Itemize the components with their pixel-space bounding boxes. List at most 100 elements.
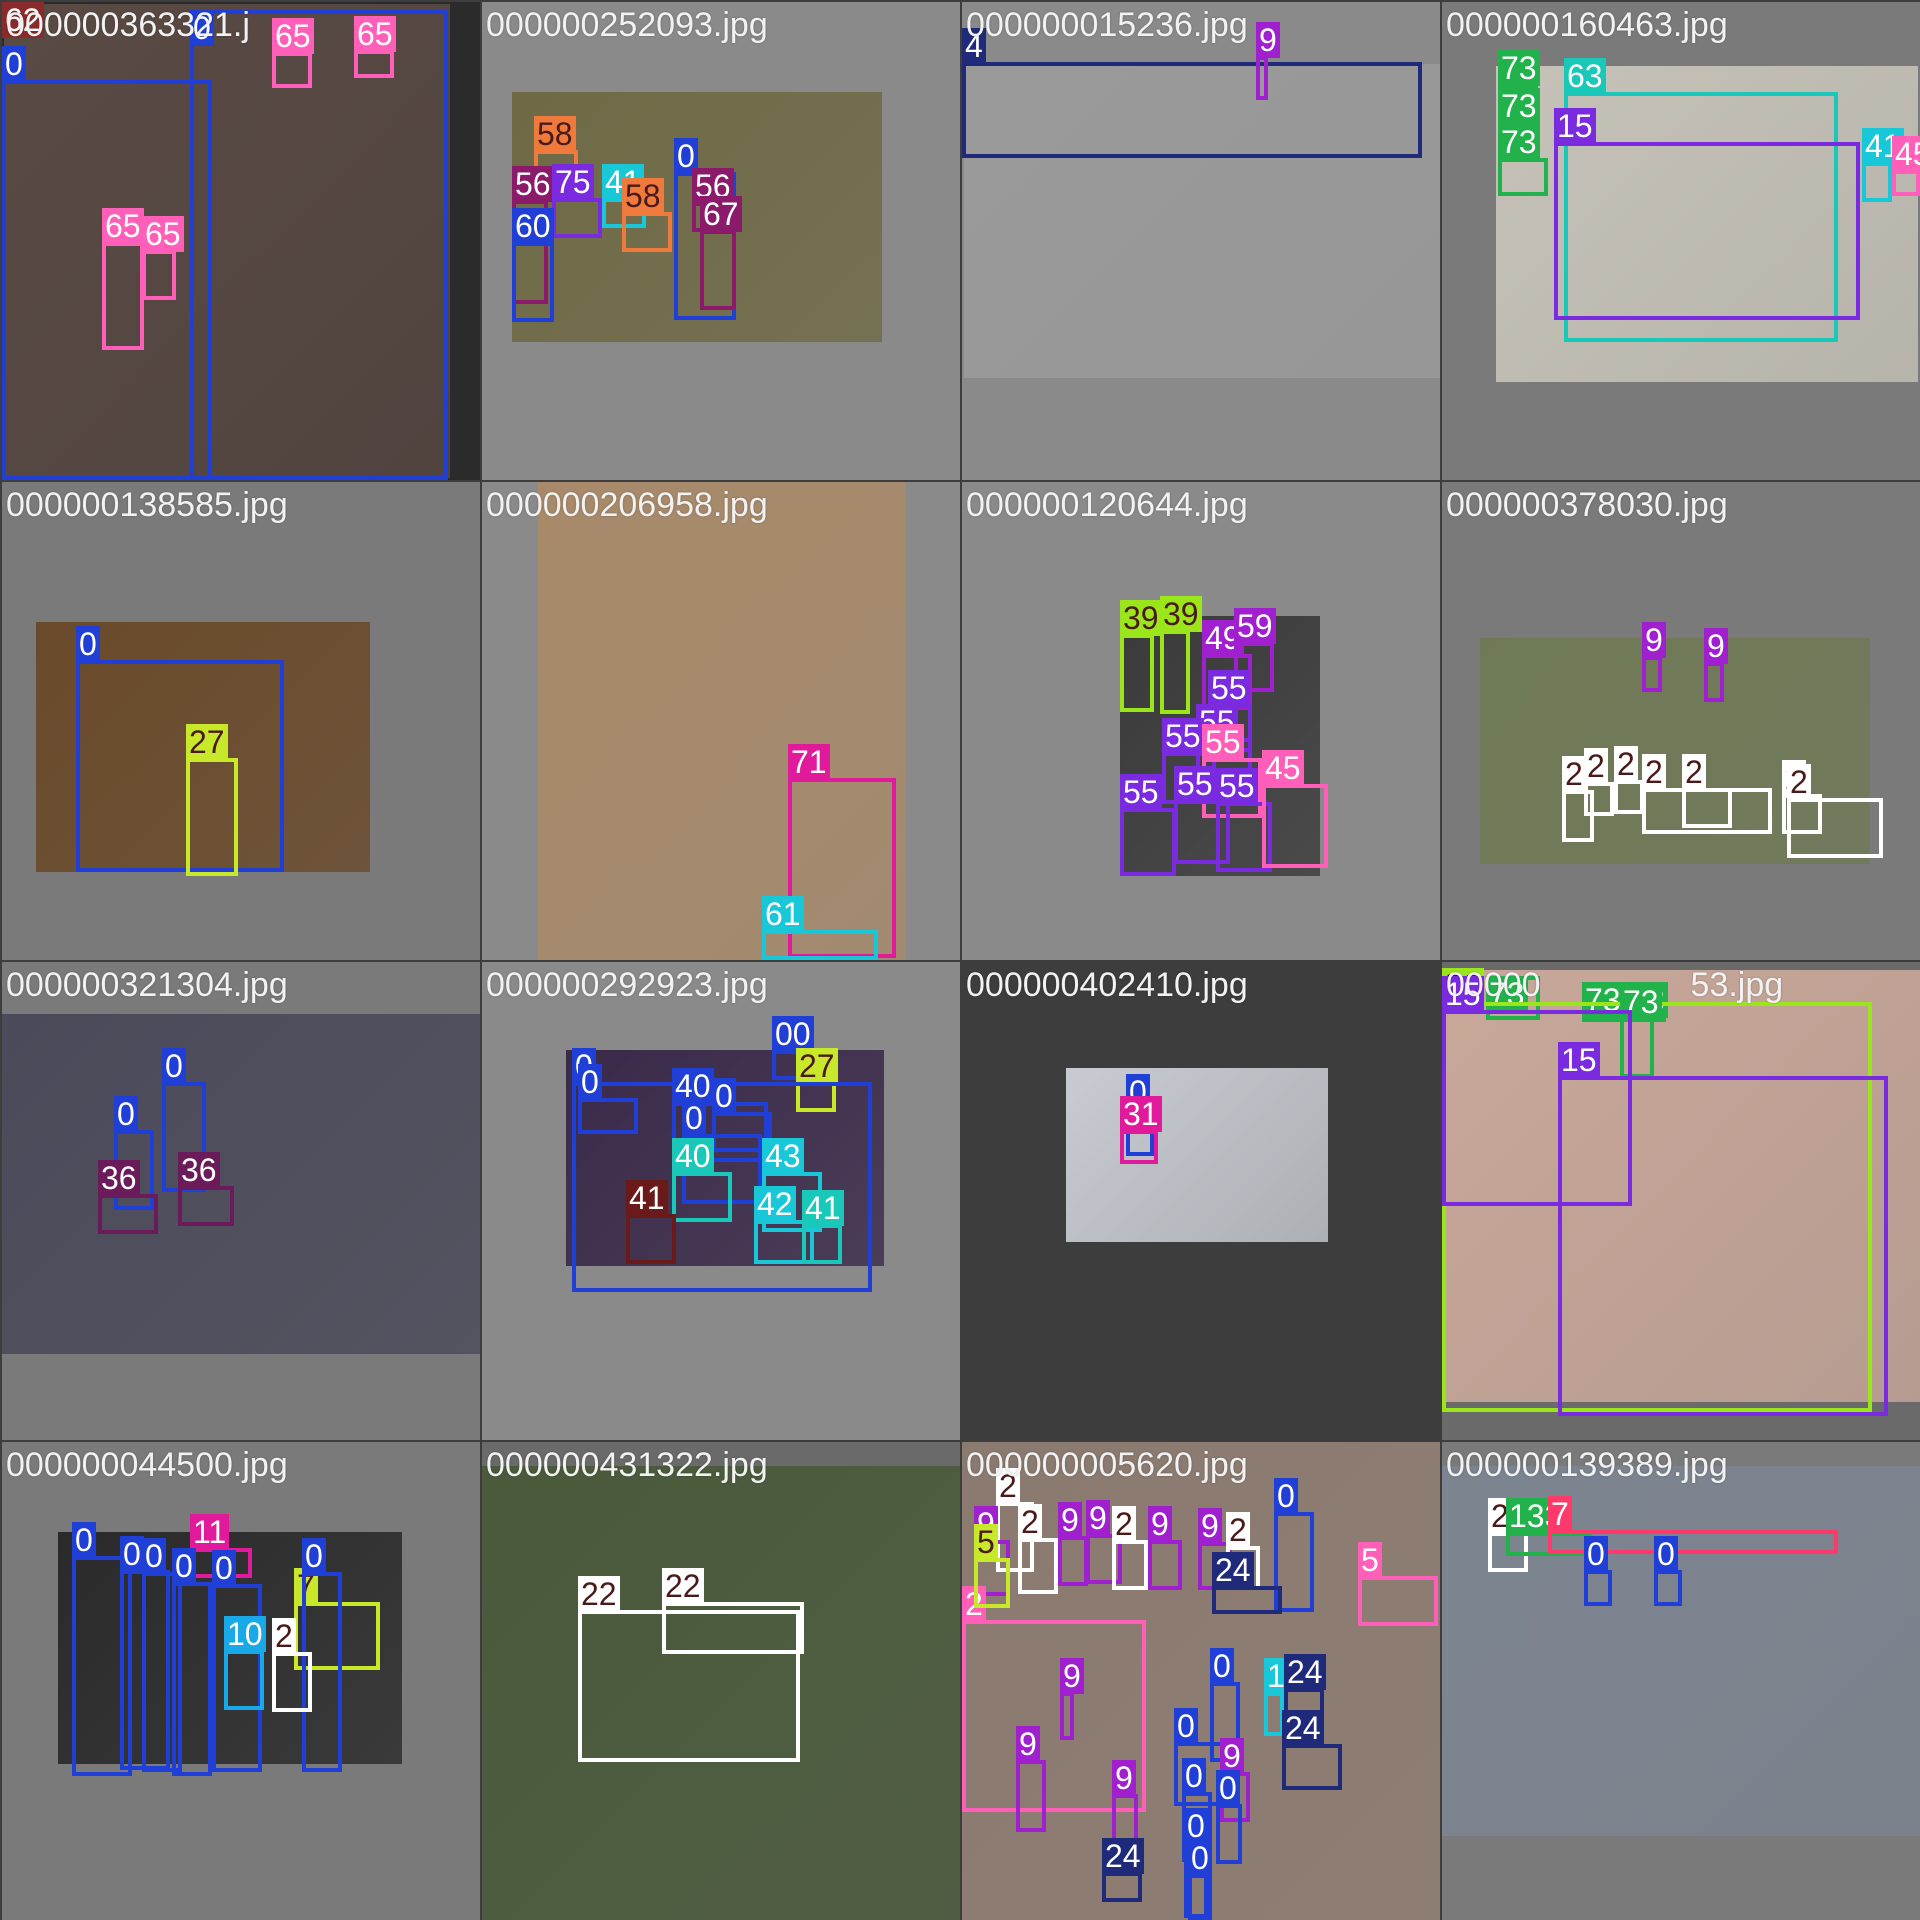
bounding-box: 45 [1892, 136, 1920, 196]
bounding-box: 9 [1060, 1658, 1084, 1740]
bounding-box: 45 [1262, 750, 1328, 868]
bounding-box: 1 [1264, 1658, 1288, 1736]
class-label: 2 [1614, 746, 1638, 782]
bounding-box: 65 [142, 216, 184, 300]
bounding-box: 41 [802, 1190, 844, 1264]
tile-filename: 000000321304.jpg [6, 966, 288, 1004]
class-label: 65 [142, 216, 184, 252]
mosaic-tile: 0000053.jpg73737359731515 [1442, 962, 1920, 1440]
bounding-box: 9 [1642, 622, 1666, 692]
class-label: 58 [534, 116, 576, 152]
tile-filename: 000000206958.jpg [486, 486, 768, 524]
bounding-box: 36 [98, 1160, 158, 1234]
bounding-box: 2 [1787, 764, 1883, 858]
class-label: 39 [1120, 600, 1162, 636]
mosaic-grid: 000000363321.j 62 0 0 65 65 65 65 000000252093.j… [0, 0, 1920, 1920]
class-label: 0 [1210, 1648, 1234, 1684]
class-label: 0 [1274, 1478, 1298, 1514]
class-label: 65 [102, 208, 144, 244]
class-label: 45 [1262, 750, 1304, 786]
class-label: 2 [1642, 754, 1666, 790]
class-label: 24 [1282, 1710, 1324, 1746]
bounding-box: 15 [1558, 1042, 1888, 1416]
bounding-box: 24 [1212, 1552, 1282, 1614]
bounding-box: 0 [190, 10, 448, 480]
class-label: 0 [1654, 1536, 1678, 1572]
tile-filename: 000000160463.jpg [1446, 6, 1728, 44]
bounding-box: 2 [1584, 748, 1614, 816]
class-label: 39 [1160, 596, 1202, 632]
tile-filename: 000000138585.jpg [6, 486, 288, 524]
class-label: 0 [1182, 1758, 1206, 1794]
bounding-box: 2 [272, 1618, 312, 1712]
bounding-box: 2 [1112, 1506, 1148, 1590]
bounding-box: 24 [1102, 1838, 1144, 1902]
tile-filename: 000000139389.jpg [1446, 1446, 1728, 1484]
tile-filename: 000000005620.jpg [966, 1446, 1248, 1484]
bounding-box: 60 [512, 208, 554, 322]
mosaic-tile: 000000402410.jpg 0 31 [962, 962, 1440, 1440]
class-label: 0 [120, 1536, 144, 1572]
bounding-box: 0 [1216, 1770, 1242, 1864]
mosaic-tile: 000000005620.jpg292992992052425901249902… [962, 1442, 1440, 1920]
bounding-box: 58 [622, 178, 672, 252]
bounding-box: 65 [272, 18, 314, 88]
class-label: 15 [1554, 108, 1596, 144]
bounding-box: 73 [1498, 124, 1548, 196]
class-label: 11 [190, 1514, 230, 1550]
mosaic-tile: 000000044500.jpg 0 11 0 0 0 0 7 0 2 10 [2, 1442, 480, 1920]
class-label: 24 [1284, 1654, 1326, 1690]
mosaic-tile: 000000321304.jpg 0 0 36 36 [2, 962, 480, 1440]
class-label: 36 [178, 1152, 220, 1188]
class-label: 55 [1162, 718, 1204, 754]
class-label: 9 [1086, 1500, 1110, 1536]
bounding-box: 2 [1614, 746, 1644, 814]
tile-filename: 000000402410.jpg [966, 966, 1248, 1004]
bounding-box: 0 [76, 626, 284, 872]
class-label: 61 [762, 896, 804, 932]
bounding-box: 15 [1554, 108, 1860, 320]
class-label: 65 [272, 18, 314, 54]
class-label: 0 [2, 46, 26, 82]
class-label: 40 [672, 1068, 714, 1104]
bounding-box: 9 [1704, 628, 1728, 702]
class-label: 0 [1216, 1770, 1240, 1806]
class-label: 5 [1358, 1542, 1382, 1578]
tile-filename: 000000378030.jpg [1446, 486, 1728, 524]
tile-filename-tail: 53.jpg [1690, 966, 1784, 1004]
bounding-box: 39 [1160, 596, 1202, 714]
bounding-box: 9 [1256, 22, 1280, 100]
class-label: 0 [1188, 1840, 1212, 1876]
class-label: 9 [1112, 1760, 1136, 1796]
class-label: 0 [172, 1548, 196, 1584]
class-label: 0 [578, 1064, 602, 1100]
bounding-box: 0 [1654, 1536, 1682, 1606]
class-label: 27 [796, 1048, 838, 1084]
bounding-box: 10 [224, 1616, 266, 1710]
class-label: 15 [1558, 1042, 1600, 1078]
class-label: 10 [224, 1616, 266, 1652]
class-label: 0 [212, 1550, 236, 1586]
class-label: 2 [1787, 764, 1811, 800]
class-label: 63 [1564, 58, 1606, 94]
class-label: 2 [1584, 748, 1608, 784]
bounding-box: 0 [1188, 1840, 1212, 1920]
class-label: 9 [1016, 1726, 1040, 1762]
mosaic-tile: 000000120644.jpg 39 39 49 59 55 55 55 55 55 55 55 45 [962, 482, 1440, 960]
class-label: 0 [1184, 1808, 1208, 1844]
bounding-box: 5 [974, 1524, 1010, 1608]
bounding-box: 4 [962, 28, 1422, 158]
class-label: 36 [98, 1160, 140, 1196]
tile-filename: 000000431322.jpg [486, 1446, 768, 1484]
bounding-box: 36 [178, 1152, 234, 1226]
bounding-box: 67 [700, 196, 742, 310]
class-label: 43 [762, 1138, 804, 1174]
class-label: 5 [974, 1524, 998, 1560]
class-label: 0 [114, 1096, 138, 1132]
class-label: 42 [754, 1186, 796, 1222]
tile-filename: 000000363321.j [6, 6, 250, 44]
bounding-box: 24 [1282, 1710, 1342, 1790]
tile-filename: 000000252093.jpg [486, 6, 768, 44]
class-label: 0 [682, 1100, 706, 1136]
class-label: 55 [1174, 766, 1216, 802]
